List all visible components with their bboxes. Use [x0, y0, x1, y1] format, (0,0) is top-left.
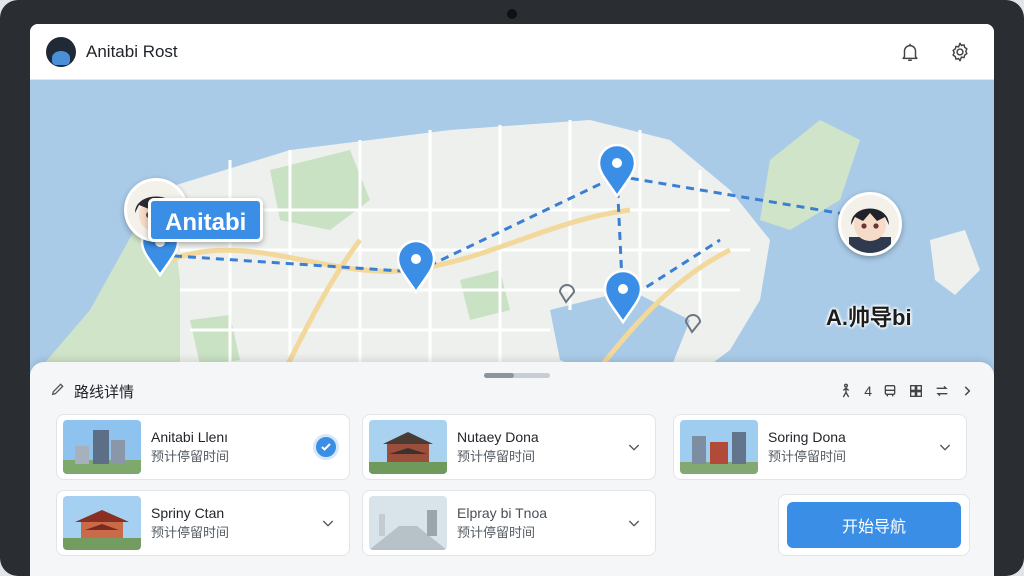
route-details-panel: 路线详情 4 Anitabi Llenı 预计停留时间 Nutaey Dona … — [30, 362, 994, 576]
app-header: Anitabi Rost — [30, 24, 994, 80]
app-logo-icon — [46, 36, 76, 67]
chevron-right-icon[interactable] — [960, 384, 974, 398]
stop-card[interactable]: Anitabi Llenı 预计停留时间 — [56, 414, 350, 480]
panel-title: 路线详情 — [74, 383, 135, 401]
start-navigation-container: 开始导航 — [778, 494, 970, 556]
app-screen: Anitabi Rost Anitabi A.帅导bi 路线详情 4 Anita… — [30, 24, 994, 576]
stop-name: Nutaey Dona — [457, 429, 539, 445]
pencil-icon[interactable] — [50, 381, 66, 402]
chevron-down-icon[interactable] — [934, 436, 956, 458]
stop-card[interactable]: Nutaey Dona 预计停留时间 — [362, 414, 656, 480]
stop-name: Soring Dona — [768, 429, 846, 445]
stop-duration-label: 预计停留时间 — [151, 525, 230, 540]
stop-name: Spriny Ctan — [151, 505, 225, 521]
chevron-down-icon[interactable] — [623, 512, 645, 534]
stop-card[interactable]: Soring Dona 预计停留时间 — [673, 414, 967, 480]
app-title: Anitabi Rost — [86, 41, 178, 61]
chevron-down-icon[interactable] — [317, 512, 339, 534]
chevron-down-icon[interactable] — [623, 436, 645, 458]
bell-icon[interactable] — [892, 34, 928, 70]
stop-card[interactable]: Spriny Ctan 预计停留时间 — [56, 490, 350, 556]
stop-duration-label: 预计停留时间 — [768, 449, 847, 464]
map-label-anitabi: Anitabi — [148, 198, 264, 242]
check-icon[interactable] — [313, 434, 339, 460]
avatar-right — [838, 192, 902, 256]
stop-name: Elpray bi Tnoa — [457, 505, 548, 521]
stop-thumbnail — [63, 420, 141, 474]
map-label-destination: A.帅导bi — [826, 305, 912, 330]
stop-thumbnail — [680, 420, 758, 474]
stop-name: Anitabi Llenı — [151, 429, 229, 445]
swap-icon — [934, 383, 950, 399]
stop-thumbnail — [369, 496, 447, 550]
camera — [507, 9, 517, 19]
stop-card[interactable]: Elpray bi Tnoa 预计停留时间 — [362, 490, 656, 556]
stop-duration-label: 预计停留时间 — [151, 449, 230, 464]
stop-thumbnail — [63, 496, 141, 550]
stop-duration-label: 预计停留时间 — [457, 449, 536, 464]
stop-thumbnail — [369, 420, 447, 474]
drag-handle[interactable] — [484, 373, 550, 378]
stop-duration-label: 预计停留时间 — [457, 525, 536, 540]
start-navigation-button[interactable]: 开始导航 — [787, 502, 961, 548]
bus-icon — [882, 383, 898, 399]
gear-icon[interactable] — [942, 34, 978, 70]
panel-header: 路线详情 4 — [50, 380, 974, 402]
stop-count: 4 — [864, 383, 872, 399]
route-stats: 4 — [838, 383, 974, 399]
grid-icon — [908, 383, 924, 399]
walk-icon — [838, 383, 854, 399]
